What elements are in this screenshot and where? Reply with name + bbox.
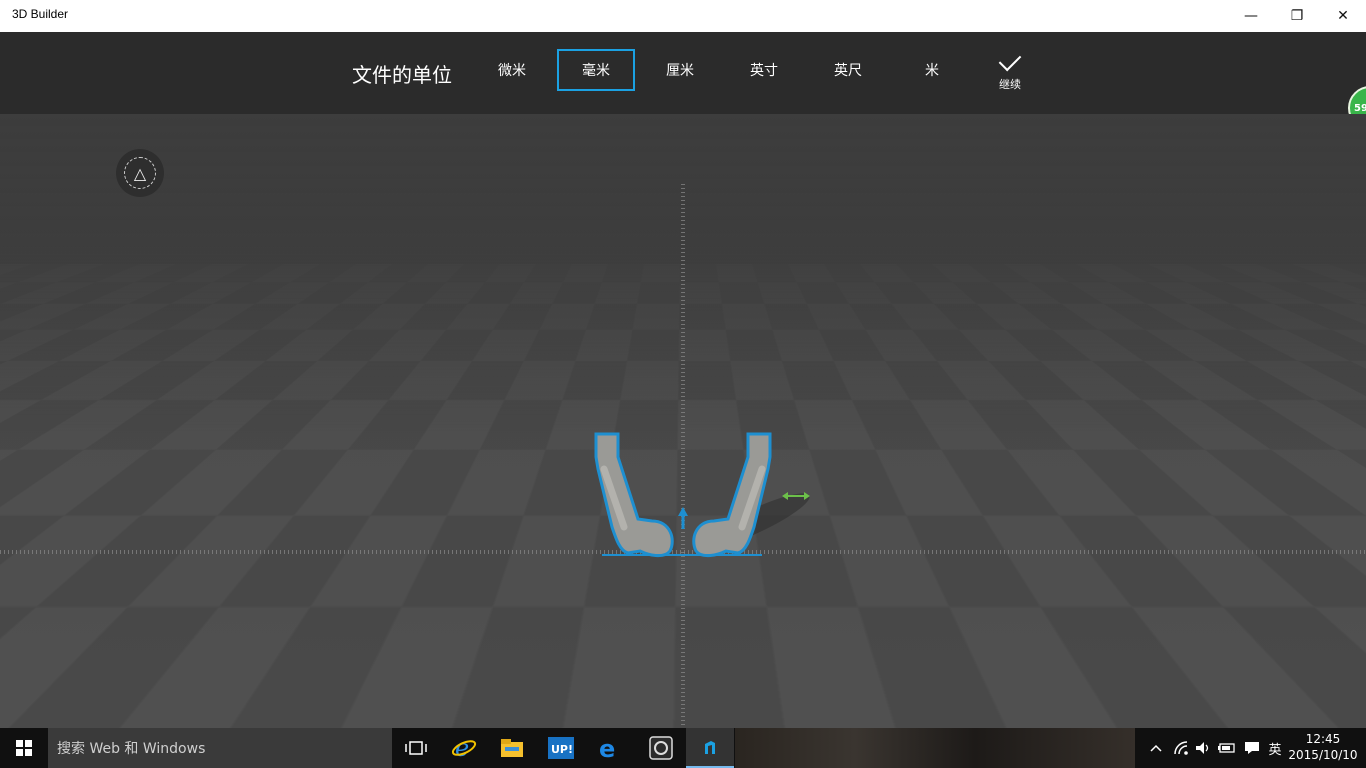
volume-icon[interactable] <box>1192 728 1214 768</box>
view-mode-button[interactable]: △ <box>116 149 164 197</box>
app-icon[interactable] <box>637 728 685 768</box>
windows-logo-icon <box>16 740 32 756</box>
internet-explorer-icon[interactable]: e <box>440 728 488 768</box>
unit-micrometer[interactable]: 微米 <box>473 49 551 91</box>
notifications-icon[interactable] <box>1240 728 1264 768</box>
model-left-arm <box>594 432 674 558</box>
chevron-up-icon[interactable] <box>1146 728 1166 768</box>
edge-icon[interactable]: e <box>585 728 633 768</box>
3d-viewport[interactable]: △ <box>0 114 1366 728</box>
svg-text:e: e <box>455 735 469 761</box>
unit-millimeter[interactable]: 毫米 <box>557 49 635 91</box>
3d-model[interactable] <box>590 429 820 579</box>
continue-button[interactable]: 继续 <box>986 48 1034 92</box>
minimize-button[interactable]: — <box>1228 0 1274 32</box>
taskbar-wallpaper <box>735 728 1135 768</box>
svg-text:UP!: UP! <box>551 743 573 756</box>
unit-inch[interactable]: 英寸 <box>725 49 803 91</box>
checkmark-icon <box>998 48 1022 72</box>
unit-foot[interactable]: 英尺 <box>809 49 887 91</box>
up-app-icon[interactable]: UP! <box>537 728 585 768</box>
file-explorer-icon[interactable] <box>488 728 536 768</box>
search-input[interactable]: 搜索 Web 和 Windows <box>48 728 392 768</box>
model-right-arm <box>692 432 772 558</box>
clock[interactable]: 12:45 2015/10/10 <box>1286 731 1360 763</box>
battery-icon[interactable] <box>1216 728 1238 768</box>
task-view-icon[interactable] <box>392 728 440 768</box>
ime-indicator[interactable]: 英 <box>1264 728 1286 768</box>
title-bar: 3D Builder — ❐ ✕ <box>0 0 1366 32</box>
file-units-label: 文件的单位 <box>352 63 452 87</box>
move-up-arrow-icon[interactable] <box>678 507 688 529</box>
3d-builder-icon[interactable] <box>686 728 734 768</box>
svg-text:e: e <box>599 736 615 760</box>
unit-centimeter[interactable]: 厘米 <box>641 49 719 91</box>
continue-label: 继续 <box>999 78 1021 91</box>
wifi-icon[interactable] <box>1170 728 1192 768</box>
app-title: 3D Builder <box>12 7 69 21</box>
unit-meter[interactable]: 米 <box>893 49 971 91</box>
clock-date: 2015/10/10 <box>1288 748 1358 762</box>
clock-time: 12:45 <box>1305 732 1341 746</box>
close-button[interactable]: ✕ <box>1320 0 1366 32</box>
maximize-button[interactable]: ❐ <box>1274 0 1320 32</box>
triangle-view-icon: △ <box>124 157 156 189</box>
taskbar: 搜索 Web 和 Windows e UP! e 英 12:45 2015/10… <box>0 728 1366 768</box>
start-button[interactable] <box>0 728 48 768</box>
unit-toolbar: 文件的单位 微米 毫米 厘米 英寸 英尺 米 继续 59 <box>0 32 1366 130</box>
